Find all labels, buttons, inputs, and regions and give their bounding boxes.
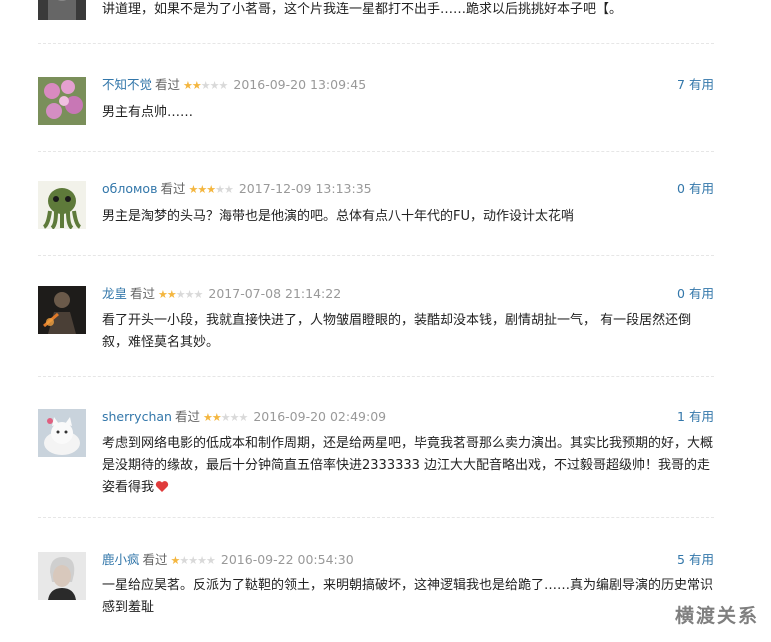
username-link[interactable]: 龙皇 bbox=[102, 286, 127, 301]
divider bbox=[38, 43, 714, 44]
helpful-votes[interactable]: 0 有用 bbox=[677, 286, 714, 302]
review-text: 讲道理，如果不是为了小茗哥，这个片我连一星都打不出手……跪求以后挑挑好本子吧【。 bbox=[102, 2, 623, 17]
star-filled-icon: ★ bbox=[197, 183, 207, 196]
rating-stars: ★★★★★ bbox=[158, 287, 204, 303]
review-item: 不知不觉 看过 ★★★★★ 2016-09-20 13:09:45 7 有用 男主有点… bbox=[38, 77, 714, 137]
star-empty-icon: ★ bbox=[218, 79, 229, 92]
status-label: 看过 bbox=[174, 409, 200, 424]
username-link[interactable]: 鹿小疯 bbox=[102, 552, 140, 567]
status-label: 看过 bbox=[160, 181, 186, 196]
review-text: 看了开头一小段，我就直接快进了，人物皱眉瞪眼的，装酷却没本钱，剧情胡扯一气， 有… bbox=[102, 313, 692, 350]
avatar-cthulhu-icon[interactable] bbox=[38, 181, 86, 229]
review-item: 鹿小疯 看过 ★★★★★ 2016-09-22 00:54:30 5 有用 一星给应昊… bbox=[38, 552, 714, 622]
star-filled-icon: ★ bbox=[183, 79, 193, 92]
star-empty-icon: ★ bbox=[209, 79, 220, 92]
review-date: 2016-09-22 00:54:30 bbox=[220, 552, 354, 567]
rating-stars: ★★★★★ bbox=[171, 553, 216, 569]
avatar-flowers-icon[interactable] bbox=[38, 77, 86, 125]
helpful-votes[interactable]: 0 有用 bbox=[677, 181, 714, 197]
star-empty-icon: ★ bbox=[193, 288, 204, 301]
helpful-votes[interactable]: 1 有用 bbox=[677, 409, 714, 425]
review-header: sherrychan 看过 ★★★★★ 2016-09-20 02:49:09 bbox=[102, 409, 386, 425]
rating-stars: ★★★★★ bbox=[188, 182, 234, 198]
star-filled-icon: ★ bbox=[191, 79, 202, 92]
username-link[interactable]: sherrychan bbox=[102, 409, 172, 424]
avatar-portrait-icon[interactable] bbox=[38, 552, 86, 600]
rating-stars: ★★★★★ bbox=[202, 410, 248, 426]
review-item: 龙皇 看过 ★★★★★ 2017-07-08 21:14:22 0 有用 看了开头一小… bbox=[38, 286, 714, 366]
heart-icon bbox=[155, 481, 169, 492]
status-label: 看过 bbox=[155, 77, 181, 92]
star-empty-icon: ★ bbox=[184, 288, 195, 301]
rating-stars: ★★★★★ bbox=[183, 78, 229, 94]
star-empty-icon: ★ bbox=[200, 79, 211, 92]
star-empty-icon: ★ bbox=[223, 183, 234, 196]
divider bbox=[38, 376, 714, 377]
review-text: 一星给应昊茗。反派为了鞑靼的领土，来明朝搞破坏，这神逻辑我也是给跪了……真为编剧… bbox=[102, 578, 714, 615]
review-text: 考虑到网络电影的低成本和制作周期，还是给两星吧，毕竟我茗哥那么卖力演出。其实比我… bbox=[102, 436, 714, 495]
username-link[interactable]: обломов bbox=[102, 181, 157, 196]
review-header: 不知不觉 看过 ★★★★★ 2016-09-20 13:09:45 bbox=[102, 77, 366, 93]
divider bbox=[38, 517, 714, 518]
star-filled-icon: ★ bbox=[211, 411, 222, 424]
helpful-votes[interactable]: 5 有用 bbox=[677, 552, 714, 568]
helpful-votes[interactable]: 7 有用 bbox=[677, 77, 714, 93]
review-text: 男主是淘梦的头马？海带也是他演的吧。总体有点八十年代的FU，动作设计太花哨 bbox=[102, 209, 574, 224]
star-empty-icon: ★ bbox=[188, 554, 198, 567]
star-empty-icon: ★ bbox=[215, 183, 225, 196]
review-date: 2016-09-20 13:09:45 bbox=[233, 77, 367, 92]
review-header: 龙皇 看过 ★★★★★ 2017-07-08 21:14:22 bbox=[102, 286, 341, 302]
star-filled-icon: ★ bbox=[158, 288, 168, 301]
divider bbox=[38, 151, 714, 152]
avatar-white-cat-icon[interactable] bbox=[38, 409, 86, 457]
review-item: sherrychan 看过 ★★★★★ 2016-09-20 02:49:09 1 有… bbox=[38, 409, 714, 509]
star-filled-icon: ★ bbox=[206, 183, 216, 196]
review-text: 男主有点帅…… bbox=[102, 105, 194, 120]
star-filled-icon: ★ bbox=[188, 183, 198, 196]
status-label: 看过 bbox=[142, 552, 168, 567]
star-empty-icon: ★ bbox=[175, 288, 186, 301]
star-filled-icon: ★ bbox=[166, 288, 177, 301]
review-date: 2016-09-20 02:49:09 bbox=[253, 409, 387, 424]
username-link[interactable]: 不知不觉 bbox=[102, 77, 152, 92]
star-empty-icon: ★ bbox=[238, 411, 248, 424]
avatar-dark-icon[interactable] bbox=[38, 0, 86, 20]
review-item: обломов 看过 ★★★★★ 2017-12-09 13:13:35 0 有用 男… bbox=[38, 181, 714, 241]
star-empty-icon: ★ bbox=[220, 411, 231, 424]
watermark: 横渡关系 bbox=[674, 605, 759, 627]
review-header: обломов 看过 ★★★★★ 2017-12-09 13:13:35 bbox=[102, 181, 372, 197]
review-date: 2017-07-08 21:14:22 bbox=[208, 286, 342, 301]
divider bbox=[38, 255, 714, 256]
star-empty-icon: ★ bbox=[179, 554, 189, 567]
star-empty-icon: ★ bbox=[197, 554, 207, 567]
review-partial: 讲道理，如果不是为了小茗哥，这个片我连一星都打不出手……跪求以后挑挑好本子吧【。 bbox=[38, 0, 714, 20]
star-empty-icon: ★ bbox=[206, 554, 216, 567]
status-label: 看过 bbox=[130, 286, 156, 301]
avatar-warrior-icon[interactable] bbox=[38, 286, 86, 334]
review-date: 2017-12-09 13:13:35 bbox=[238, 181, 372, 196]
review-header: 鹿小疯 看过 ★★★★★ 2016-09-22 00:54:30 bbox=[102, 552, 354, 568]
star-filled-icon: ★ bbox=[202, 411, 213, 424]
